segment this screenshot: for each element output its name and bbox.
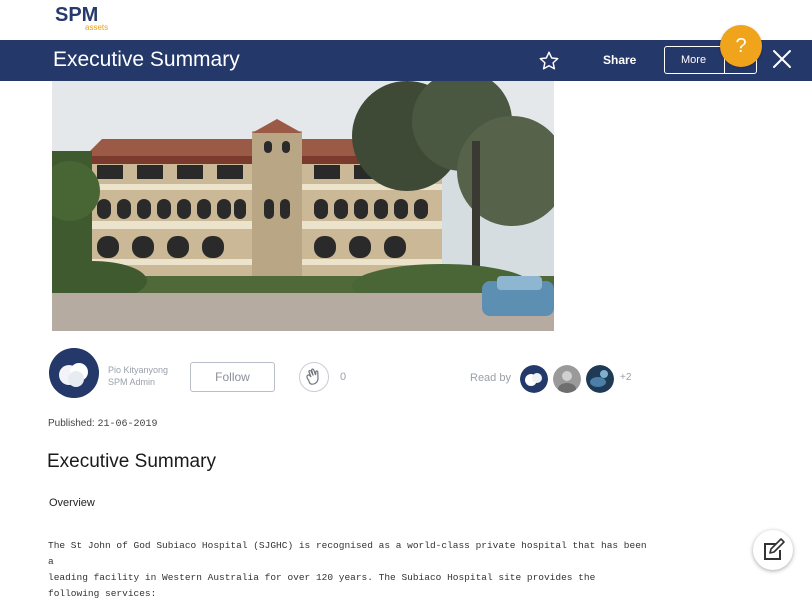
published-label: Published: <box>48 418 95 429</box>
article-body: The St John of God Subiaco Hospital (SJG… <box>48 538 648 602</box>
reader-avatar[interactable] <box>586 365 614 393</box>
article-title: Executive Summary <box>47 451 216 472</box>
published-date: Published: 21-06-2019 <box>48 418 158 430</box>
clap-icon[interactable] <box>299 362 329 392</box>
published-date-value: 21-06-2019 <box>97 419 158 430</box>
follow-button[interactable]: Follow <box>190 362 275 392</box>
hero-image <box>52 81 554 331</box>
section-heading: Overview <box>49 497 95 509</box>
author-avatar[interactable] <box>49 348 99 398</box>
spm-logo[interactable]: SPM assets <box>55 4 108 32</box>
edit-icon <box>764 538 785 560</box>
author-role: SPM Admin <box>108 377 156 387</box>
paragraph-line: leading facility in Western Australia fo… <box>48 572 596 599</box>
page-title: Executive Summary <box>53 48 240 71</box>
logo-subtext: assets <box>85 23 109 32</box>
edit-note-button[interactable] <box>753 530 793 570</box>
header-bar: Executive Summary Share More <box>0 40 812 81</box>
hospital-building-photo <box>52 81 554 331</box>
author-name[interactable]: Pio Kityanyong <box>108 365 168 375</box>
reader-avatar[interactable] <box>553 365 581 393</box>
share-button[interactable]: Share <box>603 53 636 67</box>
more-button-label: More <box>681 54 707 66</box>
reader-avatar[interactable] <box>520 365 548 393</box>
read-by-label: Read by <box>470 372 511 384</box>
clap-count: 0 <box>340 371 347 383</box>
more-readers-count[interactable]: +2 <box>620 372 631 383</box>
help-button[interactable]: ? <box>720 25 762 67</box>
logo-text: SPM <box>55 4 99 26</box>
top-bar: SPM assets <box>0 0 812 40</box>
paragraph-line: The St John of God Subiaco Hospital (SJG… <box>48 540 647 567</box>
favorite-star-icon[interactable] <box>538 50 560 72</box>
close-icon[interactable] <box>771 48 793 70</box>
